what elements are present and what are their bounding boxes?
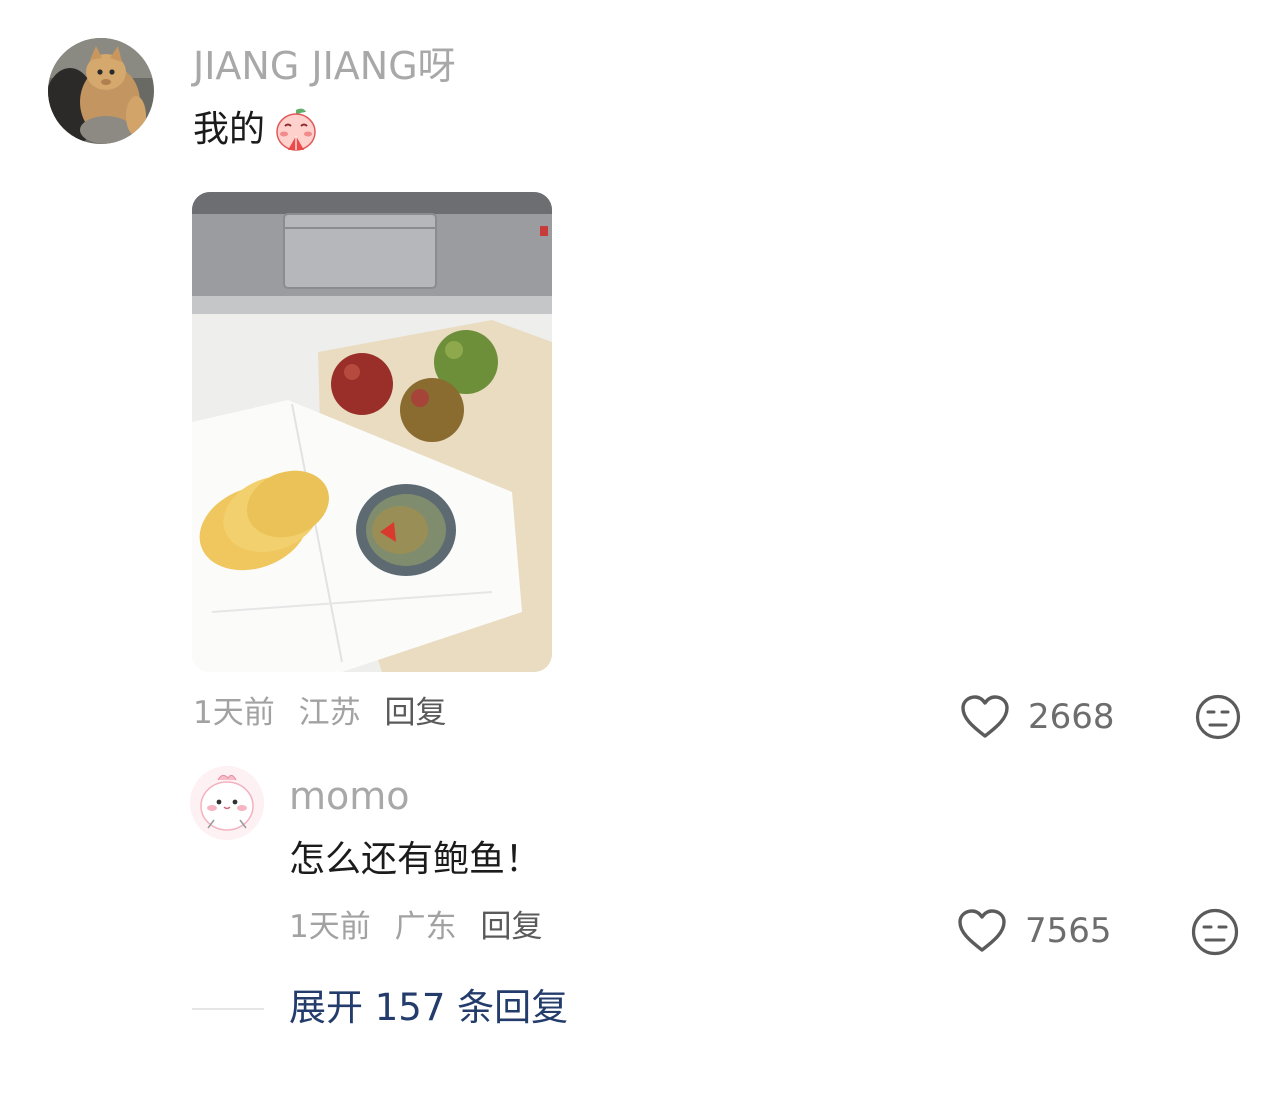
reply-dislike-button[interactable]	[1190, 908, 1240, 956]
comment-text: 我的	[193, 109, 266, 150]
comment-time: 1天前	[193, 695, 275, 731]
comment-body: 我的	[193, 106, 320, 154]
heart-outline-icon	[961, 695, 1009, 738]
expand-divider	[192, 1008, 264, 1010]
comment-like-count: 2668	[1028, 697, 1115, 737]
reply-meta: 1天前 广东 回复	[289, 907, 542, 947]
comment-dislike-button[interactable]	[1195, 694, 1241, 740]
reply-reply-button[interactable]: 回复	[480, 909, 542, 945]
pray-blush-emoji-icon	[276, 108, 316, 151]
meh-face-icon	[1191, 908, 1239, 956]
avatar-comment[interactable]	[48, 38, 154, 144]
avatar-pink-character-image	[190, 766, 264, 840]
reply-username[interactable]: momo	[289, 774, 410, 818]
reply-like-button[interactable]	[957, 908, 1007, 954]
comment-like-button[interactable]	[960, 694, 1009, 740]
comment-username[interactable]: JIANG JIANG呀	[193, 44, 456, 88]
avatar-reply[interactable]	[190, 766, 264, 840]
heart-outline-icon	[958, 909, 1006, 952]
comment-location: 江苏	[298, 695, 361, 731]
meh-face-icon	[1195, 694, 1241, 740]
comment-meta: 1天前 江苏 回复	[193, 693, 446, 733]
comment-image[interactable]	[192, 192, 552, 672]
reply-time: 1天前	[289, 909, 371, 945]
reply-text: 怎么还有鲍鱼！	[289, 839, 542, 880]
avatar-cat-image	[48, 38, 154, 144]
photo-lychees-chips-abalone-image	[192, 192, 552, 672]
reply-location: 广东	[394, 909, 457, 945]
reply-like-count: 7565	[1025, 911, 1112, 951]
comment-reply-button[interactable]: 回复	[384, 695, 446, 731]
expand-replies-button[interactable]: 展开 157 条回复	[289, 986, 568, 1030]
